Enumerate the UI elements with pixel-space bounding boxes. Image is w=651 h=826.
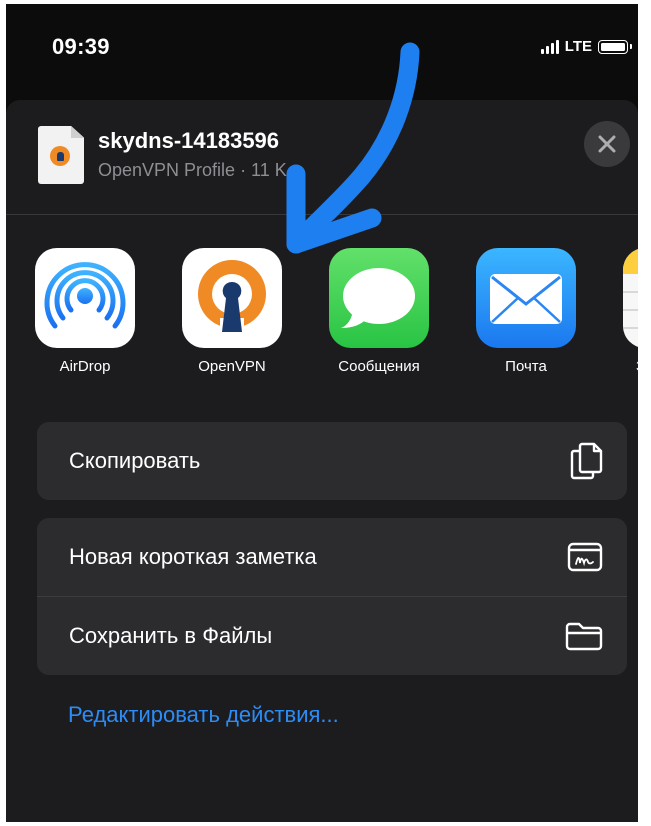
file-subtitle: OpenVPN Profile · 11 K xyxy=(98,160,287,180)
close-icon xyxy=(598,135,616,153)
app-label: OpenVPN xyxy=(198,358,266,375)
action-copy[interactable]: Скопировать xyxy=(37,422,627,500)
close-button[interactable] xyxy=(584,121,630,167)
file-document-icon xyxy=(38,126,84,184)
battery-icon xyxy=(598,39,632,54)
app-openvpn[interactable]: OpenVPN xyxy=(177,248,287,375)
airdrop-icon xyxy=(35,248,135,348)
file-name: skydns-14183596 xyxy=(98,128,280,153)
status-indicators: LTE xyxy=(540,38,632,55)
status-time: 09:39 xyxy=(52,34,110,59)
folder-icon xyxy=(565,622,603,651)
action-label: Новая короткая заметка xyxy=(69,544,317,569)
app-label: AirDrop xyxy=(59,358,111,375)
mail-icon xyxy=(476,248,576,348)
copy-icon xyxy=(570,442,603,480)
actions-group-copy: Скопировать xyxy=(37,422,627,500)
share-sheet: skydns-14183596 OpenVPN Profile · 11 K A… xyxy=(6,100,638,822)
actions-group-save: Новая короткая заметка Сохранить в Файлы xyxy=(37,518,627,675)
action-label: Сохранить в Файлы xyxy=(69,623,273,648)
action-label: Скопировать xyxy=(69,448,201,473)
signal-icon xyxy=(540,39,559,54)
messages-icon xyxy=(329,248,429,348)
app-label: За xyxy=(618,358,638,375)
share-apps-row: AirDrop OpenVPN Сообщения Почта xyxy=(6,248,638,388)
app-notes[interactable]: За xyxy=(618,248,638,375)
edit-actions-link[interactable]: Редактировать действия... xyxy=(68,702,339,728)
share-header: skydns-14183596 OpenVPN Profile · 11 K xyxy=(6,100,638,215)
app-airdrop[interactable]: AirDrop xyxy=(30,248,140,375)
openvpn-icon xyxy=(182,248,282,348)
phone-screen: 09:39 LTE skydns-14183596 OpenVPN Profil… xyxy=(6,4,638,822)
network-type: LTE xyxy=(564,38,592,55)
app-label: Сообщения xyxy=(338,358,420,375)
action-quick-note[interactable]: Новая короткая заметка xyxy=(37,518,627,596)
notes-icon xyxy=(623,248,638,348)
app-messages[interactable]: Сообщения xyxy=(324,248,434,375)
app-mail[interactable]: Почта xyxy=(471,248,581,375)
action-save-to-files[interactable]: Сохранить в Файлы xyxy=(37,596,627,675)
quick-note-icon xyxy=(567,542,603,572)
app-label: Почта xyxy=(505,358,547,375)
